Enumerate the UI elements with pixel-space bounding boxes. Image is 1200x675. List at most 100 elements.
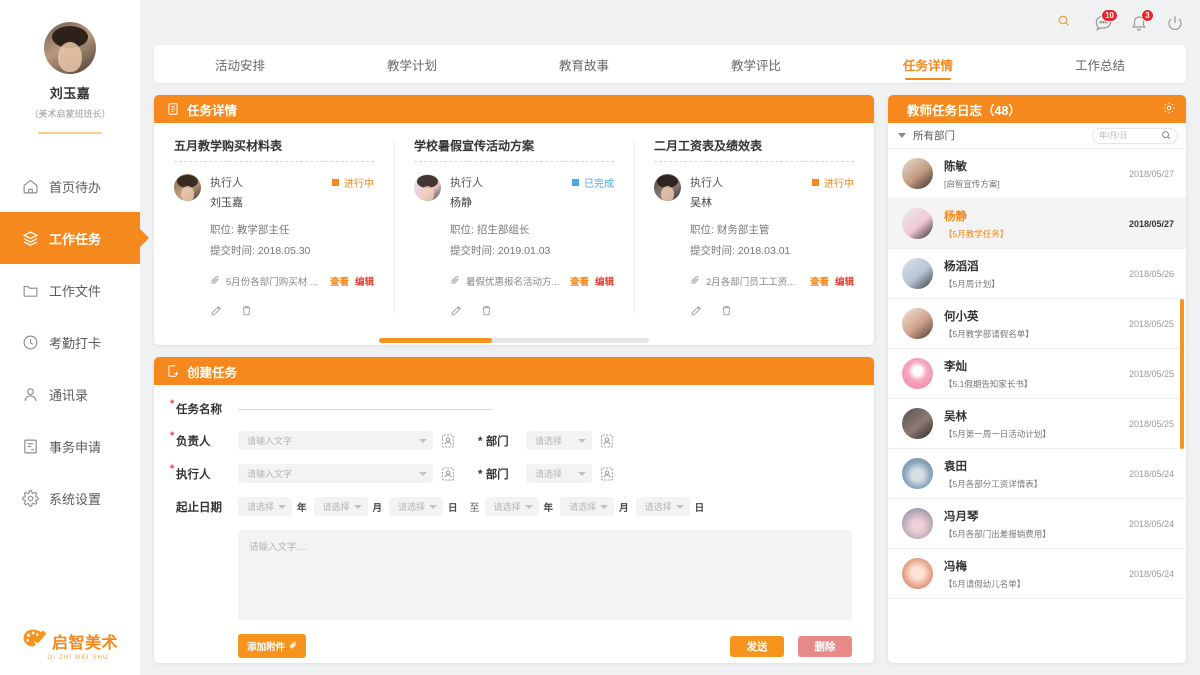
edit-link[interactable]: 编辑 xyxy=(595,274,614,288)
log-task-name: 【5月教学部请假名单】 xyxy=(944,328,1034,339)
delete-button[interactable]: 删除 xyxy=(798,635,852,657)
panel-title: 创建任务 xyxy=(187,365,238,380)
status-square-icon xyxy=(572,179,579,186)
attachment-name[interactable]: 暑假优惠报名活动方... xyxy=(466,274,564,288)
attachment-name[interactable]: 2月各部门员工工资... xyxy=(706,274,804,288)
search-icon[interactable] xyxy=(1161,130,1171,142)
list-item[interactable]: 何小英 【5月教学部请假名单】 2018/05/25 xyxy=(888,299,1186,349)
executor-dept-select[interactable]: 请选择 xyxy=(526,464,592,484)
list-item[interactable]: 吴林 【5月第一周一日活动计划】 2018/05/25 xyxy=(888,399,1186,449)
sidebar: 刘玉嘉 （美术启蒙班班长） 首页待办 工作任务 工作文件 考勤打卡 通讯录 事务… xyxy=(0,0,140,675)
form-row-executor: * 执行人 请输入文字 * 部门 请选择 xyxy=(170,463,852,484)
log-date: 2018/05/27 xyxy=(1128,218,1174,229)
power-button[interactable] xyxy=(1164,12,1186,34)
view-link[interactable]: 查看 xyxy=(330,274,349,288)
trash-icon[interactable] xyxy=(480,304,493,322)
list-item[interactable]: 杨滔滔 【5月周计划】 2018/05/26 xyxy=(888,249,1186,299)
messages-button[interactable]: 10 xyxy=(1092,8,1118,34)
status-label: 进行中 xyxy=(344,179,374,190)
end-year-select[interactable]: 请选择 xyxy=(484,497,539,517)
tab-task-detail[interactable]: 任务详情 xyxy=(842,45,1014,83)
edit-link[interactable]: 编辑 xyxy=(835,274,854,288)
chevron-down-icon xyxy=(419,438,427,443)
clock-icon xyxy=(22,334,39,351)
task-log-list[interactable]: 陈敏 [启智宣传方案] 2018/05/27 杨静 【5月教学任务】 2018/… xyxy=(888,149,1186,663)
carousel-indicator[interactable] xyxy=(154,332,874,345)
view-link[interactable]: 查看 xyxy=(570,274,589,288)
trash-icon[interactable] xyxy=(720,304,733,322)
list-item[interactable]: 杨静 【5月教学任务】 2018/05/27 xyxy=(888,199,1186,249)
unit-day-label: 日 xyxy=(448,502,458,514)
chevron-down-icon xyxy=(600,504,609,509)
chevron-down-icon xyxy=(419,471,427,476)
edit-icon[interactable] xyxy=(450,304,463,322)
start-year-select[interactable]: 请选择 xyxy=(238,497,292,517)
edit-icon[interactable] xyxy=(690,304,703,322)
executor-contact-picker-button[interactable] xyxy=(440,466,456,482)
paperclip-icon xyxy=(690,272,700,290)
tab-activity-schedule[interactable]: 活动安排 xyxy=(154,45,326,83)
tab-teaching-review[interactable]: 教学评比 xyxy=(670,45,842,83)
task-card[interactable]: 二月工资表及绩效表 执行人 吴林 进行中 职位: 财务部主管 提交时间: 201… xyxy=(634,137,874,328)
sidebar-item-attendance[interactable]: 考勤打卡 xyxy=(0,316,140,368)
task-name-input[interactable] xyxy=(238,408,493,410)
date-search-input[interactable]: 年/月/日 xyxy=(1092,127,1178,144)
gear-icon[interactable] xyxy=(1162,101,1176,118)
list-item[interactable]: 冯月琴 【5月各部门出差报销费用】 2018/05/24 xyxy=(888,499,1186,549)
search-icon xyxy=(1057,14,1070,32)
tab-education-story[interactable]: 教育故事 xyxy=(498,45,670,83)
topbar: 10 3 xyxy=(140,0,1200,45)
trash-icon[interactable] xyxy=(240,304,253,322)
department-filter[interactable]: 所有部门 xyxy=(913,128,955,143)
owner-dept-picker-button[interactable] xyxy=(599,433,615,449)
sidebar-item-work-file[interactable]: 工作文件 xyxy=(0,264,140,316)
attachment-name[interactable]: 5月份各部门购买材 ... xyxy=(226,274,324,288)
sidebar-item-home[interactable]: 首页待办 xyxy=(0,160,140,212)
required-marker: * xyxy=(478,468,483,481)
list-item[interactable]: 袁田 【5月各部分工资详情表】 2018/05/24 xyxy=(888,449,1186,499)
edit-link[interactable]: 编辑 xyxy=(355,274,374,288)
scrollbar-thumb[interactable] xyxy=(1180,299,1184,449)
tab-teaching-plan[interactable]: 教学计划 xyxy=(326,45,498,83)
log-date: 2018/05/26 xyxy=(1128,268,1174,279)
avatar xyxy=(174,174,201,201)
submit-time-text: 提交时间: 2018.03.01 xyxy=(690,245,791,257)
form-icon xyxy=(22,438,39,455)
search-input[interactable] xyxy=(938,12,1078,33)
owner-dept-select[interactable]: 请选择 xyxy=(526,431,592,451)
send-button[interactable]: 发送 xyxy=(730,635,784,657)
edit-icon[interactable] xyxy=(210,304,223,322)
tab-work-summary[interactable]: 工作总结 xyxy=(1014,45,1186,83)
task-card[interactable]: 学校暑假宣传活动方案 执行人 杨静 已完成 职位: 招生部组长 提交时间: 20… xyxy=(394,137,634,328)
owner-dept-label: * 部门 xyxy=(478,435,509,448)
log-person-name: 冯梅 xyxy=(944,560,967,573)
add-attachment-button[interactable]: 添加附件 xyxy=(238,634,307,659)
end-month-select[interactable]: 请选择 xyxy=(560,497,615,517)
list-item[interactable]: 李灿 【5.1假期告知家长书】 2018/05/25 xyxy=(888,349,1186,399)
log-task-name: 【5月第一周一日活动计划】 xyxy=(944,428,1051,439)
sidebar-item-affairs[interactable]: 事务申请 xyxy=(0,420,140,472)
chevron-down-icon[interactable] xyxy=(898,133,906,138)
avatar xyxy=(902,158,933,189)
list-item[interactable]: 冯梅 【5月请假幼儿名单】 2018/05/24 xyxy=(888,549,1186,599)
executor-dept-picker-button[interactable] xyxy=(599,466,615,482)
start-day-select[interactable]: 请选择 xyxy=(389,497,444,517)
tab-label: 教学评比 xyxy=(730,58,781,73)
end-day-select[interactable]: 请选择 xyxy=(635,497,690,517)
list-item[interactable]: 陈敏 [启智宣传方案] 2018/05/27 xyxy=(888,149,1186,199)
start-month-select[interactable]: 请选择 xyxy=(313,497,368,517)
sidebar-item-settings[interactable]: 系统设置 xyxy=(0,472,140,524)
notifications-button[interactable]: 3 xyxy=(1128,8,1154,34)
sidebar-item-contacts[interactable]: 通讯录 xyxy=(0,368,140,420)
owner-contact-picker-button[interactable] xyxy=(440,433,456,449)
sidebar-item-work-task[interactable]: 工作任务 xyxy=(0,212,140,264)
view-link[interactable]: 查看 xyxy=(810,274,829,288)
task-content-textarea[interactable]: 请输入文字.... xyxy=(238,530,852,621)
form-row-date-range: 起止日期 请选择 年 请选择 月 请选择 日 至 请选择 年 请选择 月 请选择… xyxy=(176,497,852,517)
task-card[interactable]: 五月教学购买材料表 执行人 刘玉嘉 进行中 职位: 教学部主任 提交时间: 20… xyxy=(154,137,394,328)
owner-input[interactable]: 请输入文字 xyxy=(238,431,433,451)
required-marker: * xyxy=(478,435,483,448)
executor-input[interactable]: 请输入文字 xyxy=(238,464,433,484)
status-label: 进行中 xyxy=(824,179,854,190)
status-square-icon xyxy=(812,179,819,186)
